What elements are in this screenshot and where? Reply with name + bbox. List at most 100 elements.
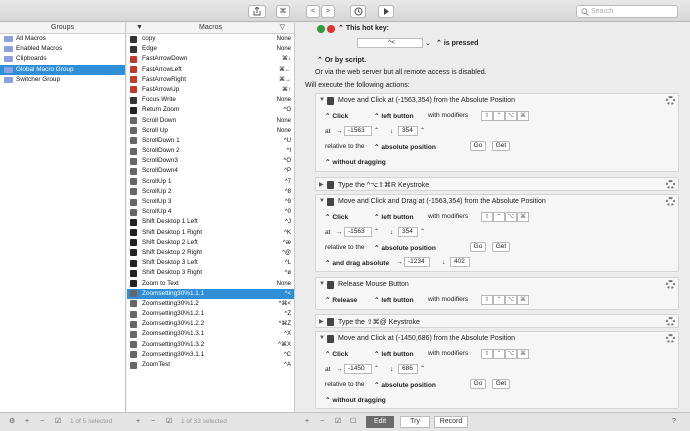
modifier-toggle[interactable]: ⌥ <box>505 212 517 222</box>
macro-item[interactable]: FastArrowRight ⌘→ <box>127 75 294 85</box>
macro-item[interactable]: ScrollUp 4 ^0 <box>127 207 294 217</box>
add-group-button[interactable]: + <box>25 417 29 427</box>
go-button[interactable]: Go <box>470 141 486 151</box>
click-select[interactable]: ⌃ Click <box>325 213 348 221</box>
stepper-icon[interactable]: ⌃ <box>374 365 379 372</box>
is-pressed-select[interactable]: ⌃ is pressed <box>436 39 478 47</box>
macro-item[interactable]: ScrollDown3 ^O <box>127 156 294 166</box>
macro-item[interactable]: Zoomsetting30%3.1.1 ^C <box>127 350 294 360</box>
modifier-toggle[interactable]: ⌘ <box>517 295 529 305</box>
macro-item[interactable]: ZoomTest ^A <box>127 360 294 370</box>
stepper-icon[interactable]: ⌃ <box>374 228 379 235</box>
macro-item[interactable]: Shift Desktop 1 Right ^K <box>127 228 294 238</box>
position-select[interactable]: ⌃ absolute position <box>374 143 436 151</box>
group-item[interactable]: Switcher Group <box>0 75 125 85</box>
x-coordinate-field[interactable]: -1450 <box>344 364 372 374</box>
modifier-toggle[interactable]: ⌃ <box>493 295 505 305</box>
modifier-toggle[interactable]: ⌃ <box>493 349 505 359</box>
modifier-toggle[interactable]: ⌘ <box>517 349 529 359</box>
add-action-button[interactable]: + <box>305 417 309 427</box>
disclosure-down-icon[interactable]: ▼ <box>319 198 325 204</box>
gear-icon[interactable]: ⚙ <box>9 417 15 427</box>
gear-icon[interactable] <box>666 334 675 343</box>
disclosure-down-icon[interactable]: ▼ <box>319 335 325 341</box>
macro-item[interactable]: Scroll Up None <box>127 126 294 136</box>
macro-item[interactable]: ScrollUp 3 ^9 <box>127 197 294 207</box>
go-button[interactable]: Go <box>470 242 486 252</box>
help-button[interactable]: ? <box>672 417 676 427</box>
share-button[interactable] <box>248 5 266 18</box>
macro-item[interactable]: Shift Desktop 3 Left ^L <box>127 258 294 268</box>
macro-item[interactable]: Zoomsetting30%1.2 ^⌘< <box>127 299 294 309</box>
macro-item[interactable]: Zoom to Text None <box>127 279 294 289</box>
go-button[interactable]: Go <box>470 379 486 389</box>
group-item[interactable]: Clipboards <box>0 54 125 64</box>
modifier-toggle[interactable]: ⇧ <box>481 295 493 305</box>
y-coordinate-field[interactable]: 686 <box>398 364 418 374</box>
position-select[interactable]: ⌃ absolute position <box>374 244 436 252</box>
button-select[interactable]: ⌃ left button <box>374 213 414 221</box>
macro-item[interactable]: ScrollDown 2 ^I <box>127 146 294 156</box>
edit-button[interactable]: Edit <box>366 416 394 428</box>
action-block[interactable]: ▶ Type the ^⌥⇧⌘R Keystroke <box>315 177 679 191</box>
macro-item[interactable]: ScrollUp 2 ^8 <box>127 187 294 197</box>
enable-macro-checkbox[interactable]: ☑ <box>166 417 172 427</box>
macro-item[interactable]: ScrollDown 1 ^U <box>127 136 294 146</box>
add-macro-button[interactable]: + <box>136 417 140 427</box>
macro-item[interactable]: Shift Desktop 1 Left ^J <box>127 217 294 227</box>
modifier-toggle[interactable]: ⇧ <box>481 212 493 222</box>
macro-item[interactable]: Return Zoom ^O <box>127 105 294 115</box>
add-trigger-icon[interactable] <box>317 25 325 33</box>
enable-group-checkbox[interactable]: ☑ <box>55 417 61 427</box>
macro-item[interactable]: Scroll Down None <box>127 116 294 126</box>
x-coordinate-field[interactable]: -1563 <box>344 227 372 237</box>
disclosure-right-icon[interactable]: ▶ <box>319 181 324 188</box>
modifier-toggle[interactable]: ⌘ <box>517 111 529 121</box>
macro-item[interactable]: Focus Write None <box>127 95 294 105</box>
remove-action-button[interactable]: − <box>320 417 324 427</box>
drag-select[interactable]: ⌃ without dragging <box>325 158 386 166</box>
position-select[interactable]: ⌃ absolute position <box>374 381 436 389</box>
filter-icon[interactable]: ▽ <box>280 23 285 33</box>
button-select[interactable]: ⌃ left button <box>374 296 414 304</box>
drag-y-field[interactable]: 402 <box>450 257 470 267</box>
gear-icon[interactable] <box>666 317 675 326</box>
macro-item[interactable]: Shift Desktop 3 Right ^ø <box>127 268 294 278</box>
action-block[interactable]: ▼ Move and Click at (-1450,686) from the … <box>315 331 679 409</box>
macro-item[interactable]: copy None <box>127 34 294 44</box>
macro-item[interactable]: FastArrowUp ⌘↑ <box>127 85 294 95</box>
action-block[interactable]: ▼ Move and Click and Drag at (-1563,354) … <box>315 194 679 272</box>
modifier-toggle[interactable]: ⇧ <box>481 349 493 359</box>
macro-item[interactable]: FastArrowDown ⌘↓ <box>127 54 294 64</box>
macro-item[interactable]: Zoomsetting30%1.1.1 ^< <box>127 288 294 299</box>
forward-button[interactable]: > <box>321 5 335 18</box>
gear-icon[interactable] <box>666 197 675 206</box>
disable-action-checkbox[interactable]: ☐ <box>350 417 356 427</box>
x-coordinate-field[interactable]: -1563 <box>344 126 372 136</box>
macro-item[interactable]: ScrollDown4 ^P <box>127 166 294 176</box>
disclosure-down-icon[interactable]: ▼ <box>319 97 325 103</box>
modifier-toggle[interactable]: ⌘ <box>517 212 529 222</box>
macro-item[interactable]: Edge None <box>127 44 294 54</box>
macro-item[interactable]: ScrollUp 1 ^7 <box>127 177 294 187</box>
gear-icon[interactable] <box>666 180 675 189</box>
modifier-toggle[interactable]: ⇧ <box>481 111 493 121</box>
stepper-icon[interactable]: ⌃ <box>420 365 425 372</box>
drag-select[interactable]: ⌃ without dragging <box>325 396 386 404</box>
click-select[interactable]: ⌃ Release <box>325 296 357 304</box>
trigger-type-label[interactable]: ⌃ This hot key: <box>338 24 389 32</box>
macro-item[interactable]: Zoomsetting30%1.3.1 ^X <box>127 329 294 339</box>
search-field[interactable]: Search <box>576 5 678 18</box>
drag-x-field[interactable]: -1234 <box>404 257 430 267</box>
y-coordinate-field[interactable]: 354 <box>398 227 418 237</box>
modifier-toggle[interactable]: ⌥ <box>505 349 517 359</box>
macro-item[interactable]: Zoomsetting30%1.2.1 ^Z <box>127 309 294 319</box>
macro-item[interactable]: FastArrowLeft ⌘← <box>127 65 294 75</box>
click-select[interactable]: ⌃ Click <box>325 112 348 120</box>
action-block[interactable]: ▼ Move and Click at (-1563,354) from the … <box>315 93 679 172</box>
get-button[interactable]: Get <box>492 141 510 151</box>
record-button[interactable]: Record <box>434 416 468 428</box>
get-button[interactable]: Get <box>492 379 510 389</box>
button-select[interactable]: ⌃ left button <box>374 112 414 120</box>
group-item[interactable]: Global Macro Group <box>0 64 125 75</box>
